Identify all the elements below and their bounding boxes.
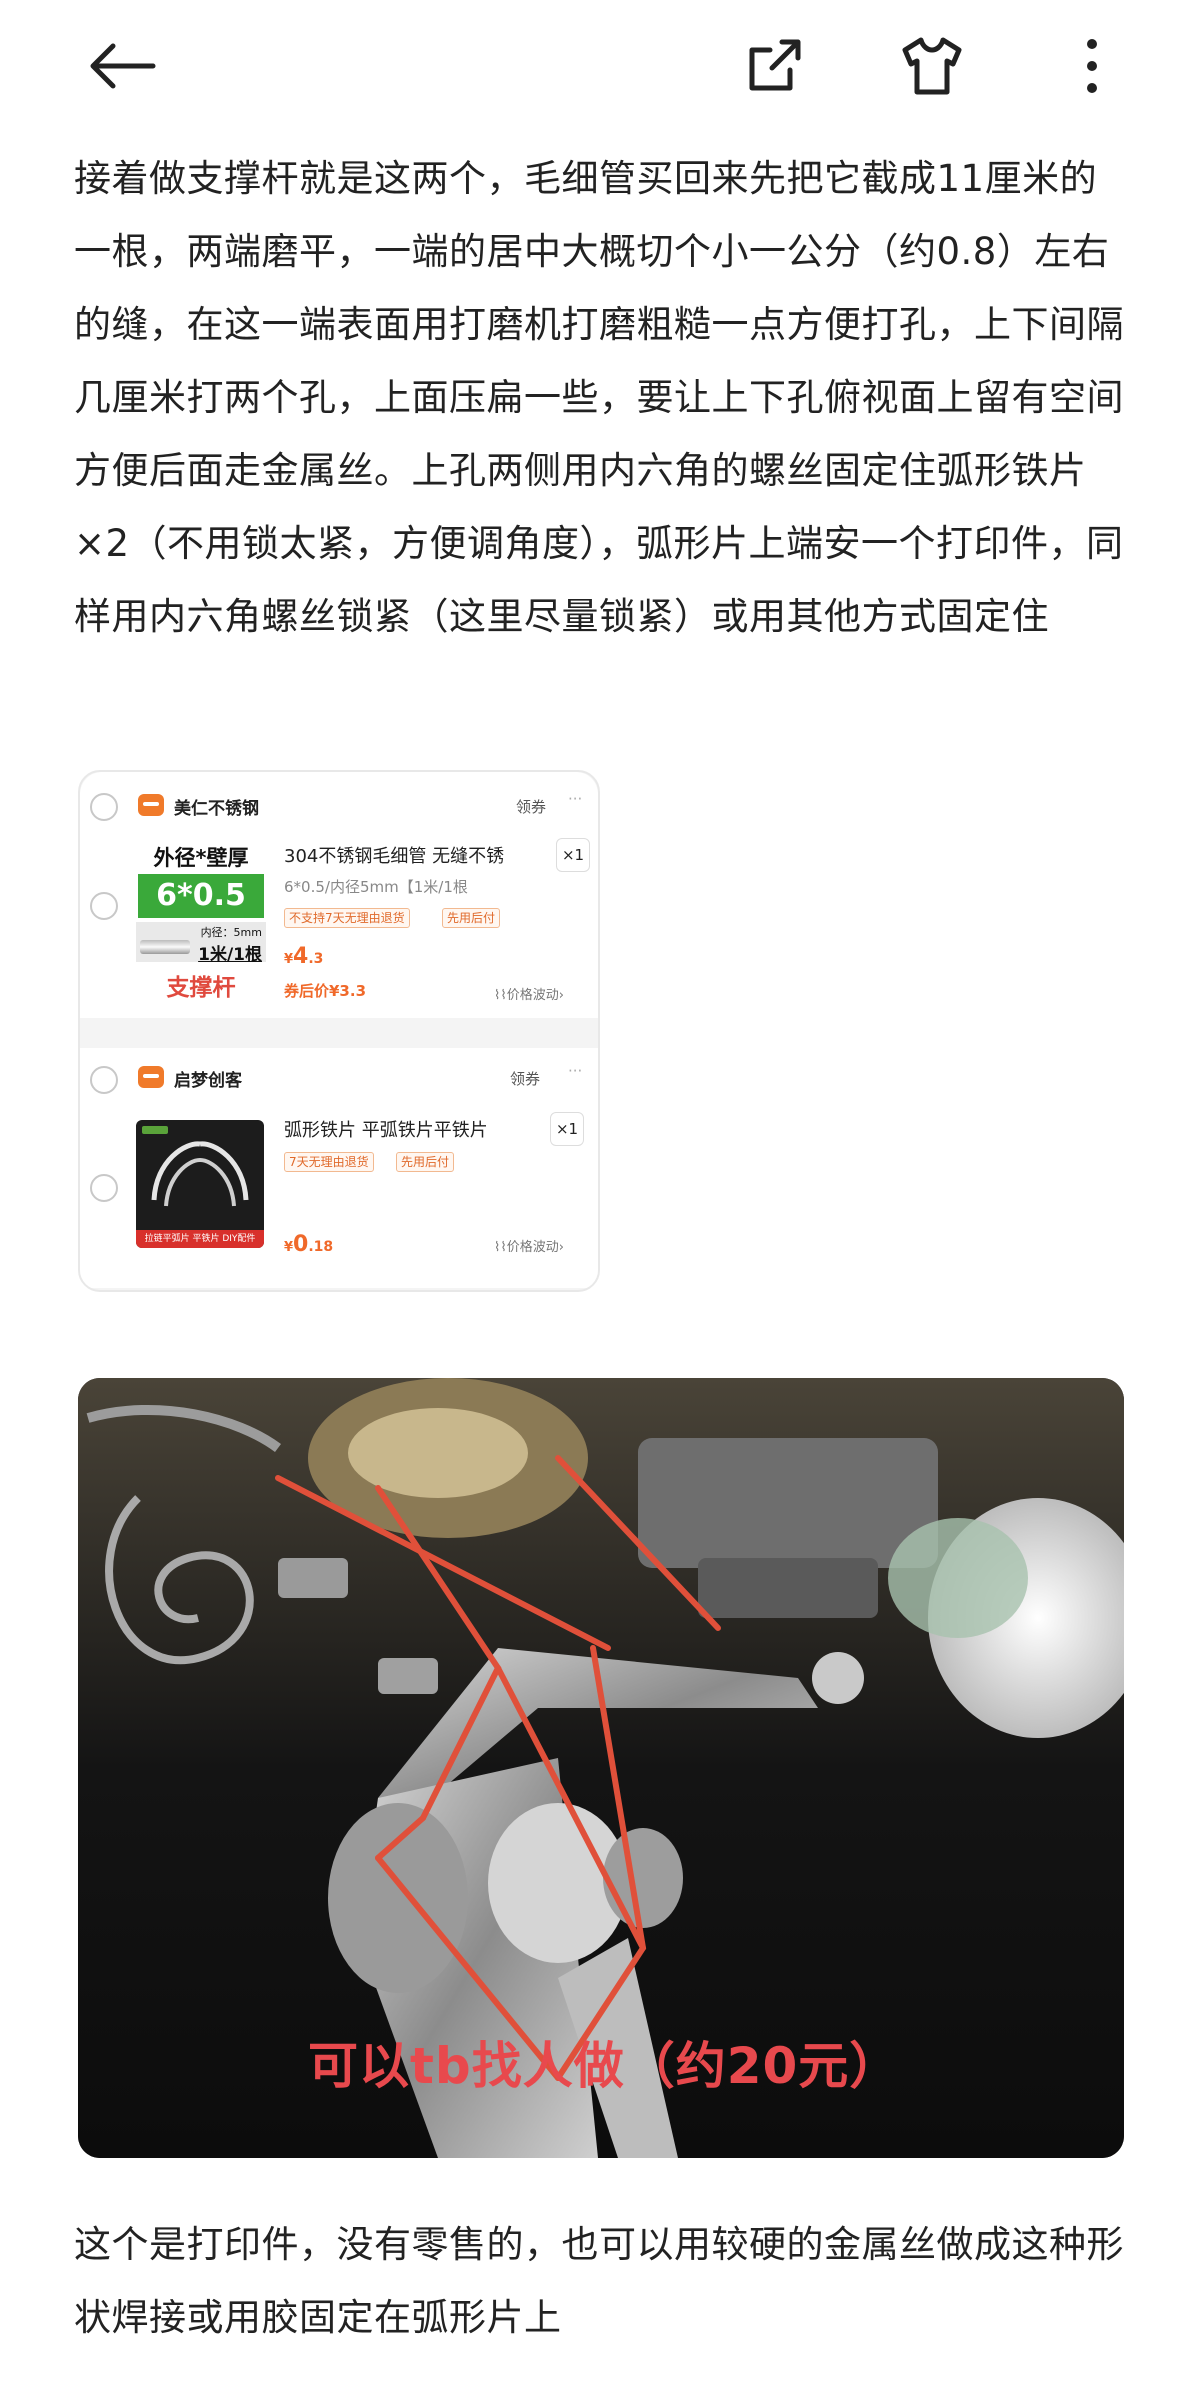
- cart-screenshot[interactable]: 美仁不锈钢 领券 ··· 外径*壁厚 6*0.5 内径：5mm 1米/1根 支撑…: [78, 770, 600, 1292]
- item-select-radio[interactable]: [90, 1174, 118, 1202]
- more-dots-icon[interactable]: ···: [568, 1062, 582, 1080]
- shop-select-radio[interactable]: [90, 1066, 118, 1094]
- tag-pay-later: 先用后付: [442, 908, 501, 928]
- quantity-stepper[interactable]: ×1: [550, 1112, 584, 1146]
- thumb-line-5: 支撑杆: [166, 975, 236, 1001]
- shop-logo-icon: [138, 1066, 164, 1088]
- article-paragraph-1: 接着做支撑杆就是这两个，毛细管买回来先把它截成11厘米的一根，两端磨平，一端的居…: [74, 157, 1124, 638]
- thumb-line-3: 内径：5mm: [200, 926, 262, 939]
- share-button[interactable]: [734, 26, 814, 106]
- after-coupon-price: 券后价¥3.3: [284, 982, 367, 1000]
- product-thumbnail[interactable]: 外径*壁厚 6*0.5 内径：5mm 1米/1根 支撑杆: [136, 842, 266, 1002]
- part-photo[interactable]: 可以tb找人做（约20元）: [78, 1378, 1124, 2158]
- product-title[interactable]: 304不锈钢毛细管 无缝不锈: [284, 842, 504, 868]
- price-wave-link[interactable]: ⌇⌇价格波动›: [494, 984, 564, 1003]
- product-spec[interactable]: 6*0.5/内径5mm【1米/1根: [284, 876, 468, 897]
- item-select-radio[interactable]: [90, 892, 118, 920]
- article-paragraph-2: 这个是打印件，没有零售的，也可以用较硬的金属丝做成这种形状焊接或用胶固定在弧形片…: [74, 2223, 1124, 2339]
- product-thumbnail[interactable]: 拉链平弧片 平铁片 DIY配件: [136, 1120, 264, 1248]
- top-bar: [0, 0, 1200, 130]
- coupon-link[interactable]: 领券: [516, 796, 546, 817]
- product-price: ¥0.18: [284, 1232, 334, 1257]
- shop-name[interactable]: 启梦创客: [174, 1066, 242, 1091]
- shop-select-radio[interactable]: [90, 793, 118, 821]
- thumb-caption: 拉链平弧片 平铁片 DIY配件: [136, 1230, 264, 1248]
- tag-return: 7天无理由退货: [284, 1152, 374, 1172]
- thumb-tube-panel: 内径：5mm 1米/1根: [136, 922, 266, 965]
- back-button[interactable]: [82, 26, 162, 106]
- thumb-line-2: 6*0.5: [138, 874, 264, 918]
- coupon-link[interactable]: 领券: [510, 1068, 540, 1089]
- cart-shop-1: 美仁不锈钢 领券 ··· 外径*壁厚 6*0.5 内径：5mm 1米/1根 支撑…: [80, 772, 598, 1018]
- thumb-line-4: 1米/1根: [198, 945, 262, 965]
- tube-image: [140, 940, 190, 954]
- shop-logo-icon: [138, 794, 164, 816]
- product-price: ¥4.3: [284, 944, 324, 969]
- thumb-line-1: 外径*壁厚: [153, 846, 249, 870]
- more-dots-icon[interactable]: ···: [568, 790, 582, 808]
- tshirt-icon: [902, 37, 962, 95]
- arrow-left-icon: [90, 43, 156, 89]
- outfit-button[interactable]: [892, 26, 972, 106]
- more-button[interactable]: [1052, 26, 1132, 106]
- arc-plate-image: [142, 1126, 249, 1207]
- vertical-dots-icon: [1087, 39, 1097, 93]
- product-title[interactable]: 弧形铁片 平弧铁片平铁片: [284, 1116, 488, 1142]
- chart-wave-icon: ⌇⌇: [494, 1240, 507, 1255]
- tag-no-return: 不支持7天无理由退货: [284, 908, 410, 928]
- photo-overlay-text: 可以tb找人做（约20元）: [308, 2037, 901, 2095]
- chart-wave-icon: ⌇⌇: [494, 988, 507, 1003]
- price-wave-link[interactable]: ⌇⌇价格波动›: [494, 1236, 564, 1255]
- external-link-icon: [749, 39, 801, 91]
- shop-name[interactable]: 美仁不锈钢: [174, 794, 259, 819]
- quantity-stepper[interactable]: ×1: [556, 838, 590, 872]
- tag-pay-later: 先用后付: [396, 1152, 455, 1172]
- cart-shop-2: 启梦创客 领券 ··· 拉链平弧片 平铁片 DIY配件 弧形铁片 平弧铁片平铁片…: [80, 1048, 598, 1288]
